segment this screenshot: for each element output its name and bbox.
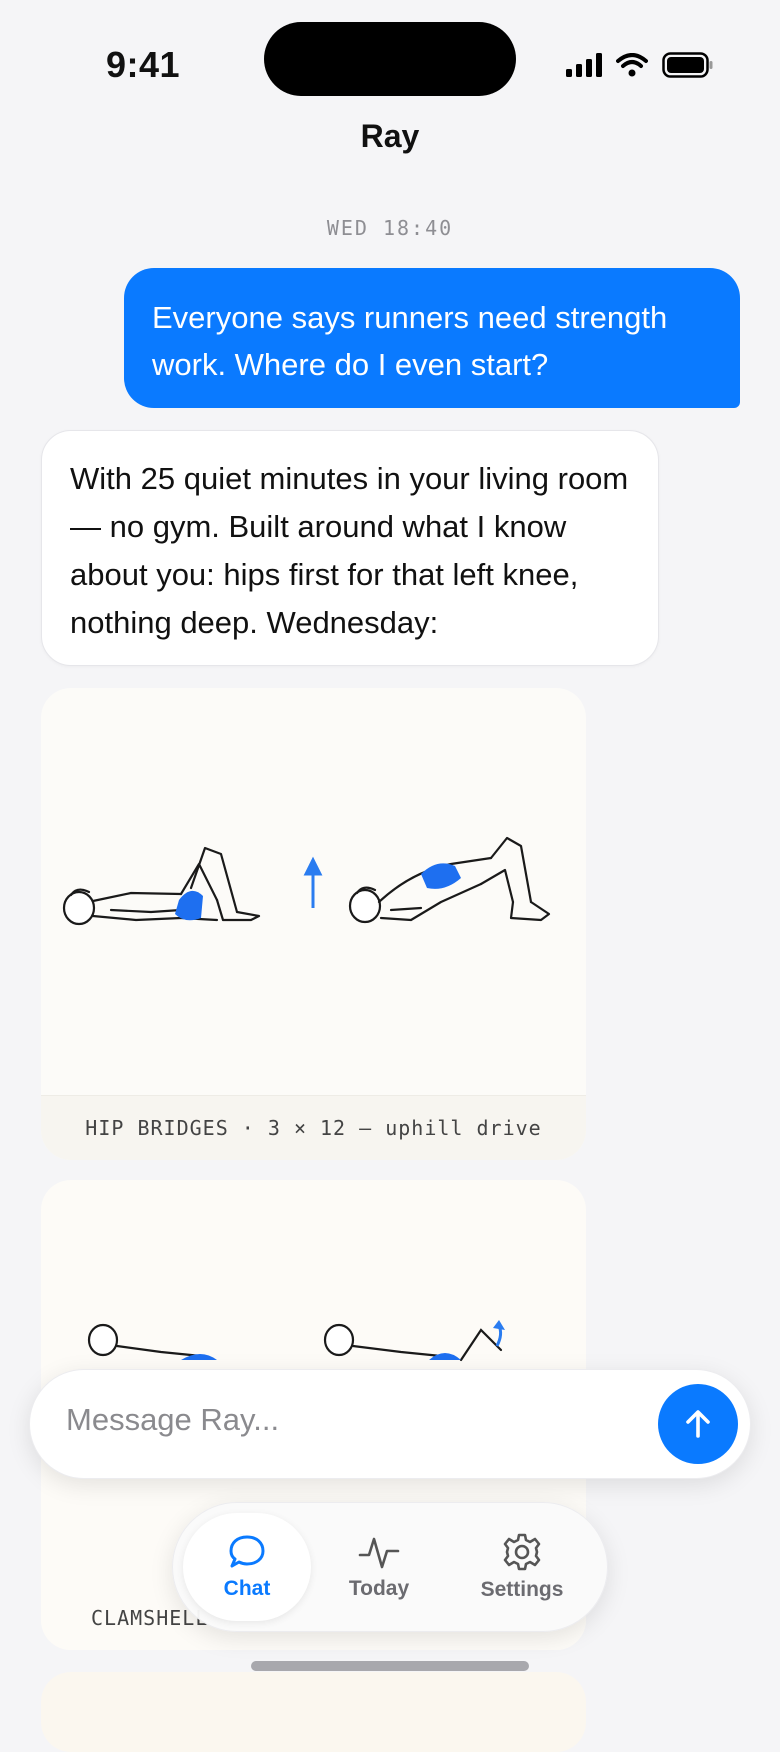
message-input[interactable]: Message Ray...: [66, 1402, 279, 1438]
dynamic-island: [264, 22, 516, 96]
battery-icon: [662, 52, 713, 78]
tab-settings[interactable]: Settings: [458, 1513, 586, 1621]
assistant-message-bubble: With 25 quiet minutes in your living roo…: [41, 430, 659, 666]
hip-bridge-illustration: [62, 836, 551, 926]
signal-icon: [566, 53, 602, 77]
chat-title: Ray: [360, 118, 420, 154]
home-indicator: [251, 1661, 529, 1671]
status-bar: 9:41: [0, 0, 780, 120]
tab-chat[interactable]: Chat: [183, 1513, 311, 1621]
tab-today[interactable]: Today: [315, 1513, 443, 1621]
status-icons: [566, 52, 714, 78]
exercise-card[interactable]: [41, 1672, 586, 1752]
exercise-card-hip-bridges[interactable]: HIP BRIDGES · 3 × 12 — uphill drive: [41, 688, 586, 1160]
chat-bubble-icon: [229, 1535, 265, 1568]
message-composer[interactable]: Message Ray...: [29, 1369, 751, 1479]
message-timestamp: WED 18:40: [326, 216, 454, 240]
status-time: 9:41: [106, 44, 181, 85]
tab-bar: Chat Today Settings: [172, 1502, 608, 1632]
tab-label: Settings: [480, 1578, 564, 1601]
tab-label: Chat: [223, 1577, 271, 1600]
tab-label: Today: [348, 1577, 410, 1600]
wifi-icon: [616, 53, 648, 77]
arrow-up-icon: [686, 1410, 710, 1438]
user-message-bubble: Everyone says runners need strength work…: [124, 268, 740, 408]
gear-icon: [503, 1533, 541, 1571]
activity-pulse-icon: [358, 1537, 400, 1569]
send-button[interactable]: [658, 1384, 738, 1464]
exercise-caption: HIP BRIDGES · 3 × 12 — uphill drive: [41, 1095, 586, 1160]
